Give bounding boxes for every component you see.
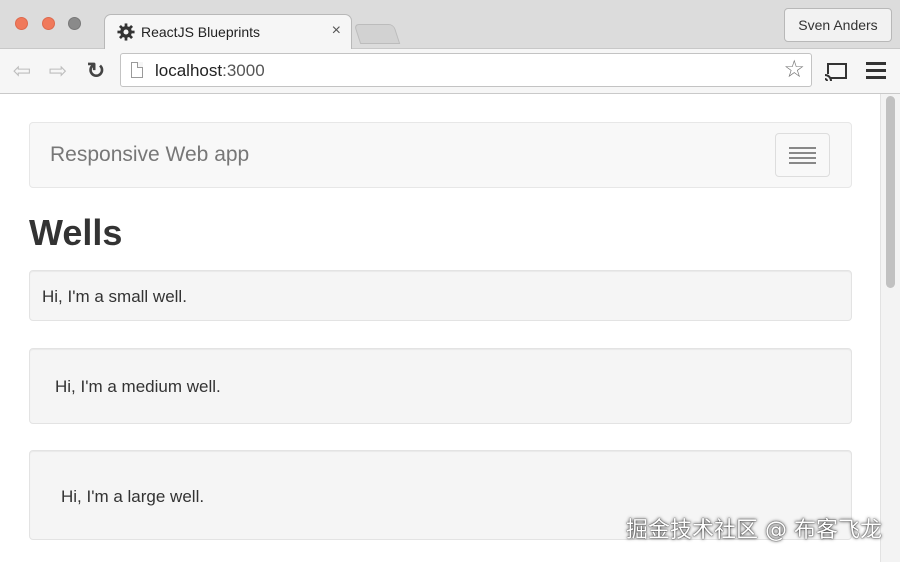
window-close-button[interactable] — [15, 17, 28, 30]
medium-well: Hi, I'm a medium well. — [29, 348, 852, 424]
cast-icon[interactable] — [824, 62, 848, 82]
hamburger-menu-icon[interactable] — [866, 62, 886, 80]
tab-close-icon[interactable]: × — [332, 22, 341, 40]
navbar-brand[interactable]: Responsive Web app — [50, 143, 249, 167]
browser-toolbar: ⇦ ⇨ ↻ localhost:3000 ☆ — [0, 49, 900, 94]
tab-title: ReactJS Blueprints — [141, 24, 261, 40]
toggle-bar — [789, 157, 816, 159]
vertical-scrollbar[interactable] — [880, 94, 900, 562]
gear-icon — [117, 23, 135, 41]
watermark: 掘金技术社区 @ 布客飞龙 — [626, 518, 882, 543]
address-bar[interactable]: localhost:3000 ☆ — [120, 53, 812, 87]
toggle-bar — [789, 162, 816, 164]
large-well-text: Hi, I'm a large well. — [61, 487, 205, 506]
browser-tab-active[interactable]: ReactJS Blueprints × — [104, 14, 352, 50]
browser-titlebar: ReactJS Blueprints × Sven Anders — [0, 0, 900, 50]
window-minimize-button[interactable] — [42, 17, 55, 30]
medium-well-text: Hi, I'm a medium well. — [55, 377, 221, 396]
bookmark-star-icon[interactable]: ☆ — [783, 56, 805, 84]
page-icon — [131, 62, 143, 78]
url-host: localhost — [155, 61, 223, 80]
page-title: Wells — [29, 212, 123, 253]
small-well-text: Hi, I'm a small well. — [42, 287, 187, 306]
address-url[interactable]: localhost:3000 — [155, 61, 265, 81]
toggle-bar — [789, 147, 816, 149]
navbar-toggle-button[interactable] — [775, 133, 830, 177]
toggle-bar — [789, 152, 816, 154]
page-viewport: Responsive Web app Wells Hi, I'm a small… — [0, 94, 900, 562]
small-well: Hi, I'm a small well. — [29, 270, 852, 321]
forward-arrow-icon[interactable]: ⇨ — [46, 59, 70, 83]
new-tab-button[interactable] — [353, 24, 401, 44]
navbar: Responsive Web app — [29, 122, 852, 188]
reload-icon[interactable]: ↻ — [84, 59, 108, 83]
profile-button[interactable]: Sven Anders — [784, 8, 892, 42]
back-arrow-icon[interactable]: ⇦ — [10, 59, 34, 83]
url-port: :3000 — [222, 61, 265, 80]
scrollbar-thumb[interactable] — [886, 96, 895, 288]
window-zoom-button[interactable] — [68, 17, 81, 30]
